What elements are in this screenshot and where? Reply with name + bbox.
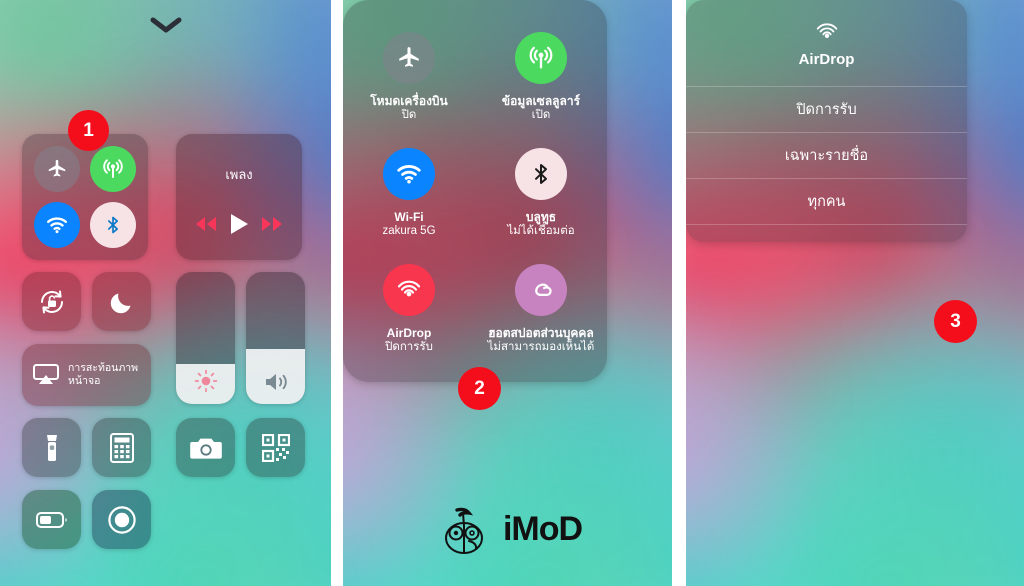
airdrop-option-everyone[interactable]: ทุกคน xyxy=(686,178,967,224)
flashlight-icon[interactable] xyxy=(22,418,81,477)
volume-icon xyxy=(246,370,305,394)
airplane-icon[interactable] xyxy=(34,146,80,192)
media-title: เพลง xyxy=(225,167,253,182)
step-badge-2: 2 xyxy=(458,367,501,410)
airdrop-option-contacts-only[interactable]: เฉพาะรายชื่อ xyxy=(686,132,967,178)
screen-mirroring-label: การสะท้อนภาพ หน้าจอ xyxy=(68,362,138,388)
step-badge-1: 1 xyxy=(68,110,109,151)
airdrop-options-sheet: AirDrop ปิดการรับ เฉพาะรายชื่อ ทุกคน xyxy=(686,0,967,242)
volume-slider[interactable] xyxy=(246,272,305,404)
chevron-down-icon[interactable] xyxy=(150,16,182,34)
tile-airdrop[interactable]: AirDrop ปิดการรับ xyxy=(343,264,475,355)
tile-state: ไม่ได้เชื่อมต่อ xyxy=(507,225,575,238)
airdrop-sheet-footer-divider xyxy=(686,224,967,242)
airdrop-icon xyxy=(816,22,837,38)
mirror-line-1: การสะท้อนภาพ xyxy=(68,361,139,374)
moon-icon[interactable] xyxy=(92,272,151,331)
tile-name: ฮอตสปอตส่วนบุคคล xyxy=(488,326,594,340)
tile-state: zakura 5G xyxy=(382,225,436,238)
imod-wordmark: iMoD xyxy=(502,509,583,548)
qrcode-icon[interactable] xyxy=(246,418,305,477)
play-icon[interactable] xyxy=(228,212,250,236)
tile-name: โหมดเครื่องบิน xyxy=(370,94,448,108)
rewind-icon[interactable] xyxy=(195,216,217,232)
tile-name: AirDrop xyxy=(386,326,432,340)
tile-bluetooth[interactable]: บลูทูธ ไม่ได้เชื่อมต่อ xyxy=(475,148,607,239)
calculator-icon[interactable] xyxy=(92,418,151,477)
wifi-icon xyxy=(383,148,435,200)
connectivity-expanded-card: โหมดเครื่องบิน ปิด ข้อมูลเซลลูลาร์ เปิด xyxy=(343,0,607,382)
fast-forward-icon[interactable] xyxy=(261,216,283,232)
tile-state: เปิด xyxy=(531,109,551,122)
tile-name: บลูทูธ xyxy=(525,210,557,224)
tile-airplane-mode[interactable]: โหมดเครื่องบิน ปิด xyxy=(343,32,475,123)
tile-state: ปิด xyxy=(401,109,417,122)
record-icon[interactable] xyxy=(92,490,151,549)
brightness-icon xyxy=(176,368,235,394)
airdrop-sheet-header: AirDrop xyxy=(686,0,967,86)
tile-wifi[interactable]: Wi-Fi zakura 5G xyxy=(343,148,475,239)
imod-watermark: iMoD xyxy=(343,498,672,560)
battery-icon[interactable] xyxy=(22,490,81,549)
panel-control-center-overview: เพลง การสะท้อนภาพ หน้าจอ 1 xyxy=(0,0,331,586)
airdrop-header-label: AirDrop xyxy=(798,50,855,68)
camera-icon[interactable] xyxy=(176,418,235,477)
airdrop-option-receiving-off[interactable]: ปิดการรับ xyxy=(686,86,967,132)
panel-separator-left xyxy=(331,0,343,586)
panel-airdrop-options: AirDrop ปิดการรับ เฉพาะรายชื่อ ทุกคน 3 xyxy=(686,0,1024,586)
tile-personal-hotspot[interactable]: ฮอตสปอตส่วนบุคคล ไม่สามารถมองเห็นได้ xyxy=(475,264,607,355)
mirror-line-2: หน้าจอ xyxy=(68,375,101,387)
tile-name: Wi-Fi xyxy=(394,210,424,224)
connectivity-module[interactable] xyxy=(22,134,148,260)
screenshot-stage: เพลง การสะท้อนภาพ หน้าจอ 1 โหมดเครื่องบิ… xyxy=(0,0,1024,586)
cellular-icon xyxy=(515,32,567,84)
rotation-lock-icon[interactable] xyxy=(22,272,81,331)
hotspot-icon xyxy=(515,264,567,316)
tile-name: ข้อมูลเซลลูลาร์ xyxy=(501,94,581,108)
imod-logo-icon xyxy=(444,507,483,554)
bluetooth-icon xyxy=(515,148,567,200)
bluetooth-icon[interactable] xyxy=(90,202,136,248)
panel-separator-right xyxy=(672,0,686,586)
tile-state: ไม่สามารถมองเห็นได้ xyxy=(487,341,595,354)
brightness-slider[interactable] xyxy=(176,272,235,404)
airdrop-icon xyxy=(383,264,435,316)
panel-connectivity-expanded: โหมดเครื่องบิน ปิด ข้อมูลเซลลูลาร์ เปิด xyxy=(343,0,672,586)
wifi-icon[interactable] xyxy=(34,202,80,248)
tile-state: ปิดการรับ xyxy=(385,341,433,354)
tile-cellular-data[interactable]: ข้อมูลเซลลูลาร์ เปิด xyxy=(475,32,607,123)
step-badge-3: 3 xyxy=(934,300,977,343)
cellular-icon[interactable] xyxy=(90,146,136,192)
airplay-icon xyxy=(33,364,59,384)
media-playback-card[interactable]: เพลง xyxy=(176,134,302,260)
airplane-icon xyxy=(383,32,435,84)
screen-mirroring-button[interactable]: การสะท้อนภาพ หน้าจอ xyxy=(22,344,151,406)
